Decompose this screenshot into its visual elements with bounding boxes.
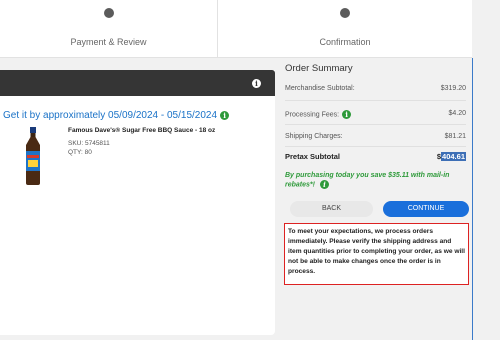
pretax-value: $404.61: [437, 152, 466, 161]
info-icon[interactable]: i: [342, 110, 352, 119]
divider: [285, 146, 466, 147]
product-image: [26, 127, 40, 185]
delivery-text: Get it by approximately 05/09/2024 - 05/…: [3, 110, 218, 121]
pretax-amount-selected: 404.61: [441, 152, 466, 161]
row-value: $4.20: [448, 110, 466, 117]
row-label-wrap: Processing Fees: i: [285, 110, 352, 119]
row-label: Processing Fees:: [285, 111, 340, 119]
rebate-text: By purchasing today you save $35.11 with…: [285, 172, 450, 189]
info-icon[interactable]: i: [252, 79, 261, 88]
shipment-panel: i Get it by approximately 05/09/2024 - 0…: [0, 70, 275, 335]
divider: [285, 100, 466, 101]
step-payment-review[interactable]: Payment & Review: [0, 0, 217, 58]
delivery-estimate: Get it by approximately 05/09/2024 - 05/…: [3, 110, 230, 121]
step-confirmation[interactable]: Confirmation: [217, 0, 472, 58]
product-qty: QTY: 80: [68, 149, 92, 156]
step-dot: [103, 8, 114, 18]
scrollbar-edge: [472, 58, 473, 340]
row-label: Merchandise Subtotal:: [285, 85, 355, 92]
product-sku: SKU: 5745811: [68, 140, 110, 147]
step-dot: [340, 8, 350, 18]
info-icon[interactable]: i: [319, 180, 329, 189]
order-summary-title: Order Summary: [285, 63, 353, 74]
product-name[interactable]: Famous Dave's® Sugar Free BBQ Sauce - 18…: [68, 127, 215, 134]
row-value: $81.21: [444, 133, 466, 140]
divider: [285, 124, 466, 125]
step-label: Confirmation: [319, 37, 371, 47]
row-label: Shipping Charges:: [285, 133, 343, 140]
info-icon[interactable]: i: [220, 110, 230, 120]
step-label: Payment & Review: [70, 37, 147, 47]
back-button[interactable]: BACK: [290, 201, 373, 217]
rebate-message: By purchasing today you save $35.11 with…: [285, 171, 467, 189]
row-value: $319.20: [440, 85, 466, 92]
continue-button[interactable]: CONTINUE: [383, 201, 469, 217]
checkout-stepper: Payment & Review Confirmation: [0, 0, 472, 58]
pretax-label: Pretax Subtotal: [285, 152, 341, 161]
order-notice: To meet your expectations, we process or…: [284, 223, 469, 285]
shipment-header: i: [0, 70, 275, 96]
